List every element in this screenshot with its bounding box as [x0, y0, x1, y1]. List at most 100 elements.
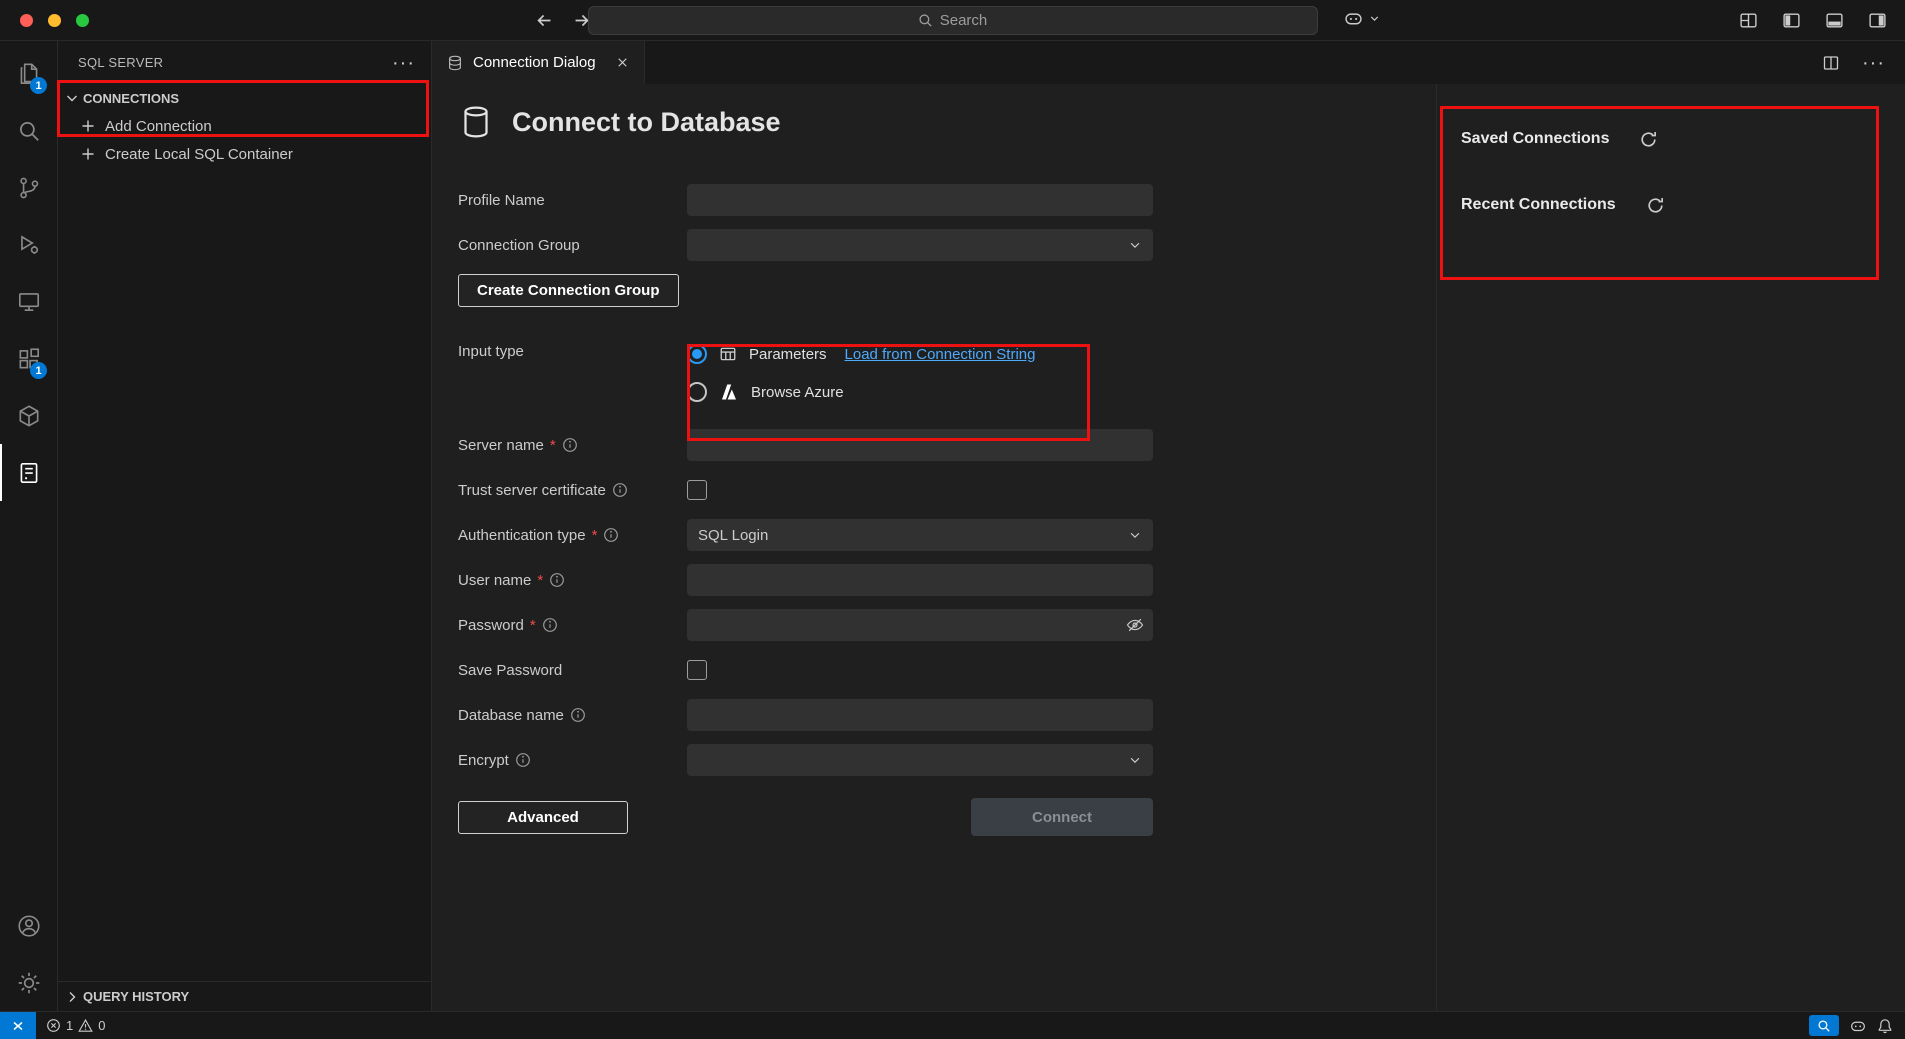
connection-group-label: Connection Group: [458, 237, 687, 254]
chevron-down-icon: [1128, 528, 1142, 542]
user-name-input[interactable]: [687, 564, 1153, 596]
status-bar: 1 0: [0, 1011, 1905, 1039]
info-icon: [549, 572, 565, 588]
toggle-secondary-sidebar-icon[interactable]: [1868, 11, 1887, 30]
add-connection-item[interactable]: Add Connection: [58, 112, 431, 140]
parameters-radio[interactable]: [687, 344, 707, 364]
refresh-saved-connections-icon[interactable]: [1639, 130, 1658, 149]
info-icon: [542, 617, 558, 633]
page-title: Connect to Database: [512, 107, 781, 138]
user-name-label: User name*: [458, 572, 687, 589]
parameters-table-icon: [719, 345, 737, 363]
connections-side-panel: Saved Connections Recent Connections: [1437, 84, 1905, 1011]
save-password-label: Save Password: [458, 662, 687, 679]
saved-connections-heading: Saved Connections: [1461, 130, 1609, 148]
server-name-label: Server name*: [458, 437, 687, 454]
warning-icon: [78, 1018, 93, 1033]
tab-close-icon[interactable]: [615, 55, 630, 70]
explorer-icon[interactable]: 1: [0, 45, 57, 102]
activity-bar: 1 1: [0, 41, 58, 1011]
problems-status-item[interactable]: 1 0: [36, 1018, 105, 1033]
load-from-connection-string-link[interactable]: Load from Connection String: [845, 346, 1036, 363]
split-editor-icon[interactable]: [1822, 54, 1840, 72]
tab-bar: Connection Dialog ···: [432, 41, 1905, 84]
info-icon: [570, 707, 586, 723]
settings-gear-icon[interactable]: [0, 954, 57, 1011]
database-name-label: Database name: [458, 707, 687, 724]
advanced-button[interactable]: Advanced: [458, 801, 628, 834]
refresh-recent-connections-icon[interactable]: [1646, 196, 1665, 215]
encrypt-label: Encrypt: [458, 752, 687, 769]
chevron-down-icon: [1368, 12, 1381, 25]
connect-button[interactable]: Connect: [971, 798, 1153, 836]
editor-more-actions-icon[interactable]: ···: [1862, 58, 1885, 68]
plus-icon: [80, 146, 96, 162]
password-input[interactable]: [687, 609, 1153, 641]
authentication-type-select[interactable]: SQL Login: [687, 519, 1153, 551]
containers-icon[interactable]: [0, 387, 57, 444]
search-placeholder: Search: [940, 12, 988, 29]
sidebar: SQL SERVER ··· CONNECTIONS Add Connectio…: [58, 41, 432, 1011]
trust-server-certificate-checkbox[interactable]: [687, 480, 707, 500]
authentication-type-label: Authentication type*: [458, 527, 687, 544]
notifications-bell-icon[interactable]: [1877, 1018, 1893, 1034]
toggle-panel-icon[interactable]: [1825, 11, 1844, 30]
accounts-icon[interactable]: [0, 897, 57, 954]
copilot-status-icon[interactable]: [1849, 1017, 1867, 1035]
connections-section-header[interactable]: CONNECTIONS: [58, 84, 431, 112]
search-view-icon[interactable]: [0, 102, 57, 159]
create-connection-group-button[interactable]: Create Connection Group: [458, 274, 679, 307]
browse-azure-radio-label[interactable]: Browse Azure: [751, 384, 844, 401]
info-icon: [515, 752, 531, 768]
encrypt-select[interactable]: [687, 744, 1153, 776]
chevron-down-icon: [64, 90, 80, 106]
database-name-input[interactable]: [687, 699, 1153, 731]
info-icon: [603, 527, 619, 543]
connection-dialog-pane: Connect to Database Profile Name Connect…: [432, 84, 1437, 1011]
profile-name-label: Profile Name: [458, 192, 687, 209]
profile-name-input[interactable]: [687, 184, 1153, 216]
sql-server-view-icon[interactable]: [0, 444, 57, 501]
chevron-right-icon: [64, 989, 80, 1005]
extensions-icon[interactable]: 1: [0, 330, 57, 387]
copilot-icon: [1343, 8, 1364, 29]
plus-icon: [80, 118, 96, 134]
toggle-password-visibility-icon[interactable]: [1125, 615, 1145, 635]
window-controls: [20, 14, 89, 27]
warning-count: 0: [98, 1018, 105, 1033]
parameters-radio-label[interactable]: Parameters: [749, 346, 827, 363]
sidebar-title: SQL SERVER: [78, 55, 163, 70]
server-name-input[interactable]: [687, 429, 1153, 461]
close-window-button[interactable]: [20, 14, 33, 27]
create-local-sql-container-item[interactable]: Create Local SQL Container: [58, 140, 431, 168]
tab-connection-dialog[interactable]: Connection Dialog: [432, 41, 645, 84]
zoom-status-icon[interactable]: [1809, 1015, 1839, 1036]
azure-icon: [719, 382, 739, 402]
input-type-label: Input type: [458, 343, 687, 360]
info-icon: [562, 437, 578, 453]
remote-explorer-icon[interactable]: [0, 273, 57, 330]
database-icon: [458, 104, 494, 140]
query-history-section-header[interactable]: QUERY HISTORY: [58, 981, 431, 1011]
customize-layout-icon[interactable]: [1739, 11, 1758, 30]
navigate-back-icon[interactable]: [535, 11, 554, 30]
toggle-primary-sidebar-icon[interactable]: [1782, 11, 1801, 30]
sidebar-more-actions-icon[interactable]: ···: [392, 58, 415, 68]
recent-connections-heading: Recent Connections: [1461, 196, 1616, 214]
source-control-icon[interactable]: [0, 159, 57, 216]
save-password-checkbox[interactable]: [687, 660, 707, 680]
error-count: 1: [66, 1018, 73, 1033]
trust-server-certificate-label: Trust server certificate: [458, 482, 687, 499]
minimize-window-button[interactable]: [48, 14, 61, 27]
remote-indicator-icon[interactable]: [0, 1012, 36, 1039]
run-debug-icon[interactable]: [0, 216, 57, 273]
chevron-down-icon: [1128, 753, 1142, 767]
maximize-window-button[interactable]: [76, 14, 89, 27]
connection-group-select[interactable]: [687, 229, 1153, 261]
browse-azure-radio[interactable]: [687, 382, 707, 402]
search-box[interactable]: Search: [588, 6, 1318, 35]
copilot-menu-button[interactable]: [1343, 8, 1381, 29]
error-icon: [46, 1018, 61, 1033]
extensions-badge: 1: [30, 362, 47, 379]
explorer-badge: 1: [30, 77, 47, 94]
